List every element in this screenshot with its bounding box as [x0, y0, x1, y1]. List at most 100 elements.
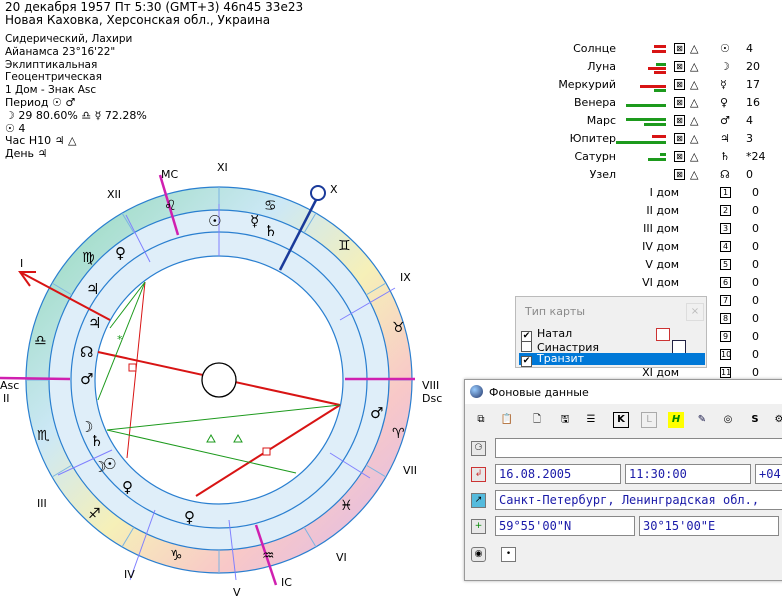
- house-degree: 0: [752, 240, 759, 253]
- svg-text:♃: ♃: [86, 280, 99, 298]
- chart-type-natal[interactable]: ✔ Натал: [519, 328, 705, 342]
- point-icon[interactable]: •: [501, 547, 516, 562]
- planet-symbol-icon: ♃: [720, 132, 730, 145]
- planet-degree: 4: [746, 42, 753, 55]
- svg-text:III: III: [37, 497, 47, 510]
- timezone-field[interactable]: +04:: [755, 464, 782, 484]
- status-box-icon[interactable]: ⊠: [674, 43, 685, 54]
- pencil-icon[interactable]: ✎: [694, 412, 710, 428]
- recalc-icon[interactable]: ◎: [720, 412, 736, 428]
- house-number-box[interactable]: 4: [720, 241, 731, 252]
- house-number-box[interactable]: 3: [720, 223, 731, 234]
- save-icon[interactable]: 🖫: [557, 412, 573, 428]
- planet-symbol-icon: ☿: [720, 78, 727, 91]
- chart-title: 20 декабря 1957 Пт 5:30 (GMT+3) 46n45 33…: [5, 0, 304, 14]
- house-number-box[interactable]: 11: [720, 367, 731, 378]
- house-number-box[interactable]: 5: [720, 259, 731, 270]
- svg-text:♑: ♑: [170, 548, 183, 564]
- copy-icon[interactable]: ⧉: [473, 412, 489, 428]
- strength-bar: [640, 85, 666, 88]
- house-degree: 0: [752, 186, 759, 199]
- house-number-box[interactable]: 7: [720, 295, 731, 306]
- k-button[interactable]: K: [613, 412, 629, 428]
- chart-type-title: Тип карты: [525, 305, 586, 318]
- svg-text:Asc: Asc: [0, 379, 19, 392]
- status-box-icon[interactable]: ⊠: [674, 133, 685, 144]
- chart-wheel[interactable]: * ♌ ♋ ♊♉ ♈♓ ♒♑ ♐♏ ♎♍ ☉ ☿♄ ♀♃♃ ☊♂☽ ☽☉♄ ♀♀♂ …: [0, 160, 460, 596]
- svg-text:♈: ♈: [392, 426, 405, 442]
- info-line: Эклиптикальная: [5, 58, 98, 71]
- strength-bar: [616, 141, 666, 144]
- house-number-box[interactable]: 2: [720, 205, 731, 216]
- svg-text:☉: ☉: [208, 212, 221, 230]
- strength-bar: [626, 104, 666, 107]
- window-title: Фоновые данные: [489, 386, 589, 399]
- triangle-icon: △: [690, 60, 699, 73]
- svg-text:X: X: [330, 183, 338, 196]
- svg-text:II: II: [3, 392, 10, 405]
- status-box-icon[interactable]: ⊠: [674, 79, 685, 90]
- synastry-icon[interactable]: [672, 340, 686, 354]
- house-degree: 0: [752, 366, 759, 379]
- close-button[interactable]: ×: [686, 303, 704, 321]
- center-circle: [201, 362, 237, 398]
- place-field[interactable]: Санкт-Петербург, Ленинградская обл.,: [495, 490, 782, 510]
- planet-degree: 20: [746, 60, 760, 73]
- svg-text:VIII: VIII: [422, 379, 439, 392]
- svg-text:♀: ♀: [115, 244, 126, 262]
- globe-icon[interactable]: ◉: [471, 547, 486, 562]
- app-logo-icon: [470, 385, 483, 398]
- svg-text:*: *: [117, 333, 123, 346]
- chart-type-transit[interactable]: ✔ Транзит: [519, 353, 705, 367]
- svg-text:V: V: [233, 586, 241, 596]
- svg-text:♎: ♎: [34, 333, 47, 349]
- house-number-box[interactable]: 6: [720, 277, 731, 288]
- date-field[interactable]: 16.08.2005: [495, 464, 621, 484]
- planet-symbol-icon: ♂: [720, 114, 730, 127]
- planet-name: Узел: [589, 168, 616, 181]
- house-number-box[interactable]: 9: [720, 331, 731, 342]
- s-button[interactable]: S: [747, 412, 763, 428]
- chart-type-window[interactable]: Тип карты × ✔ Натал Синастрия ✔ Транзит: [515, 296, 707, 368]
- status-box-icon[interactable]: ⊠: [674, 151, 685, 162]
- house-name: II дом: [646, 204, 679, 217]
- svg-text:VI: VI: [336, 551, 347, 564]
- person-icon[interactable]: ⚆: [471, 441, 486, 456]
- location-icon[interactable]: ↗: [471, 493, 486, 508]
- chart-place: Новая Каховка, Херсонская обл., Украина: [5, 13, 271, 27]
- coordinates-icon[interactable]: +: [471, 519, 486, 534]
- longitude-field[interactable]: 30°15'00"E: [639, 516, 779, 536]
- planet-name: Венера: [574, 96, 616, 109]
- status-box-icon[interactable]: ⊠: [674, 61, 685, 72]
- house-number-box[interactable]: 10: [720, 349, 731, 360]
- natal-icon[interactable]: [656, 328, 670, 341]
- calendar-icon[interactable]: ↲: [471, 467, 486, 482]
- name-field[interactable]: [495, 438, 782, 458]
- new-icon[interactable]: 🗋: [529, 412, 545, 428]
- house-degree: 0: [752, 348, 759, 361]
- paste-icon[interactable]: 📋: [499, 412, 515, 428]
- strength-bar: [626, 118, 666, 121]
- latitude-field[interactable]: 59°55'00"N: [495, 516, 635, 536]
- status-box-icon[interactable]: ⊠: [674, 97, 685, 108]
- time-field[interactable]: 11:30:00: [625, 464, 751, 484]
- list-icon[interactable]: ☰: [583, 412, 599, 428]
- house-name: IV дом: [642, 240, 679, 253]
- svg-text:♌: ♌: [164, 198, 177, 214]
- window-titlebar[interactable]: Фоновые данные: [465, 380, 782, 404]
- status-box-icon[interactable]: ⊠: [674, 169, 685, 180]
- transit-checkbox[interactable]: ✔: [521, 356, 532, 367]
- settings-icon[interactable]: ⚙: [771, 412, 782, 428]
- h-button[interactable]: H: [668, 412, 684, 428]
- status-box-icon[interactable]: ⊠: [674, 115, 685, 126]
- svg-text:♒: ♒: [262, 548, 275, 564]
- svg-text:Dsc: Dsc: [422, 392, 442, 405]
- house-number-box[interactable]: 8: [720, 313, 731, 324]
- planet-name: Луна: [587, 60, 616, 73]
- background-data-window[interactable]: Фоновые данные ⧉ 📋 🗋 🖫 ☰ K L H ✎ ◎ S ⚙ ⚆…: [464, 379, 782, 581]
- house-number-box[interactable]: 1: [720, 187, 731, 198]
- info-line: ☽ 29 80.60% ♎ ☿ 72.28%: [5, 108, 147, 122]
- synastry-checkbox[interactable]: [521, 341, 532, 352]
- l-button[interactable]: L: [641, 412, 657, 428]
- strength-bar: [648, 67, 666, 70]
